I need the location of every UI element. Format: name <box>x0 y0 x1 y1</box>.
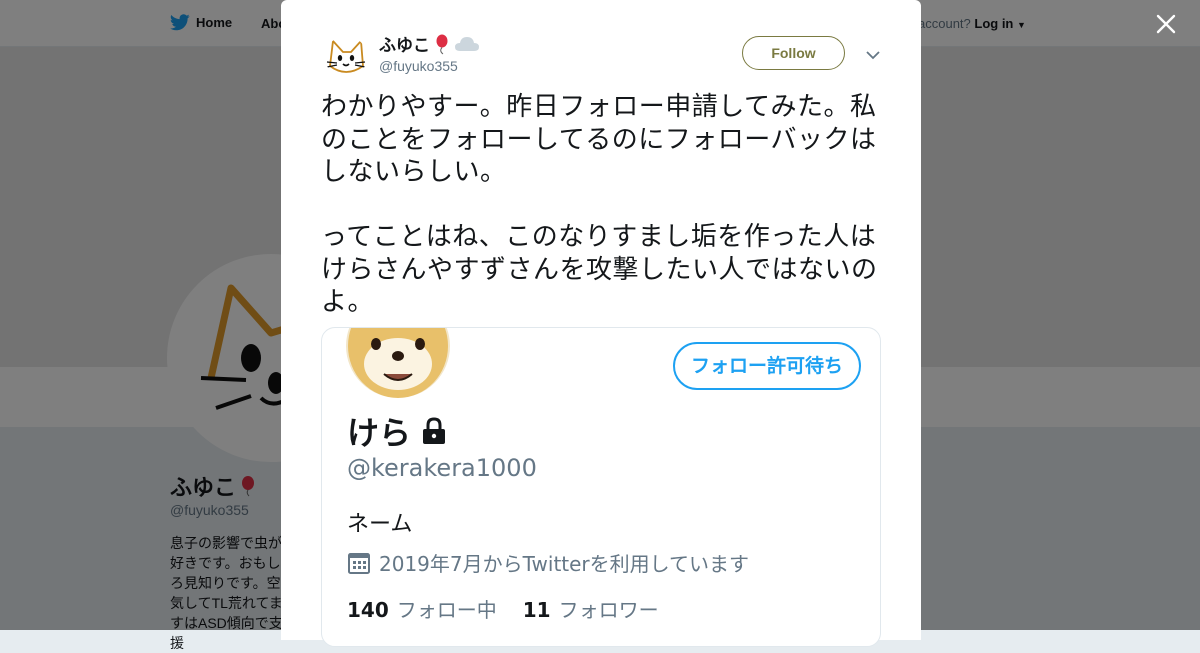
pending-follow-button: フォロー許可待ち <box>673 342 861 390</box>
author-avatar[interactable] <box>325 36 367 78</box>
author-handle[interactable]: @fuyuko355 <box>379 58 458 74</box>
kera-bio: ネーム <box>347 512 413 537</box>
cat-avatar-icon <box>326 40 366 73</box>
kera-joined-date: 2019年7月からTwitterを利用しています <box>347 548 749 577</box>
tweet-media-image[interactable]: フォロー許可待ち けら @kerakera1000 ネーム 2019年7月からT… <box>321 327 881 647</box>
chevron-down-icon <box>866 51 880 60</box>
tweet-menu-button[interactable] <box>865 48 881 60</box>
following-label: フォロー中 <box>396 598 497 622</box>
close-modal-button[interactable] <box>1152 10 1180 38</box>
kera-name-text: けら <box>347 414 412 452</box>
lock-icon <box>423 417 446 444</box>
kera-name: けら <box>347 408 447 454</box>
close-icon <box>1156 14 1176 34</box>
kera-joined-text: 2019年7月からTwitterを利用しています <box>379 552 750 576</box>
following-count: 140 <box>347 598 389 622</box>
cloud-icon <box>455 36 479 51</box>
dog-avatar <box>346 328 450 398</box>
kera-handle: @kerakera1000 <box>347 454 537 482</box>
tweet-text-paragraph-1: わかりやすー。昨日フォロー申請してみた。私のことをフォローしてるのにフォローバッ… <box>321 92 877 187</box>
follow-button[interactable]: Follow <box>742 36 845 70</box>
kera-stats: 140 フォロー中 11 フォロワー <box>347 594 659 623</box>
tweet-text-paragraph-2: ってことはね、このなりすまし垢を作った人はけらさんやすずさんを攻撃したい人ではな… <box>321 222 878 317</box>
author-name[interactable]: ふゆこ <box>379 31 480 56</box>
followers-count: 11 <box>522 598 551 622</box>
calendar-icon <box>348 552 370 574</box>
followers-label: フォロワー <box>558 598 659 622</box>
tweet-text: わかりやすー。昨日フォロー申請してみた。私のことをフォローしてるのにフォローバッ… <box>321 91 891 319</box>
balloon-icon <box>436 34 448 54</box>
author-name-text: ふゆこ <box>379 36 430 55</box>
tweet-modal: ふゆこ @fuyuko355 Follow わかりやすー。昨日フォロー申請してみ… <box>281 0 921 647</box>
dog-avatar-icon <box>346 328 450 398</box>
